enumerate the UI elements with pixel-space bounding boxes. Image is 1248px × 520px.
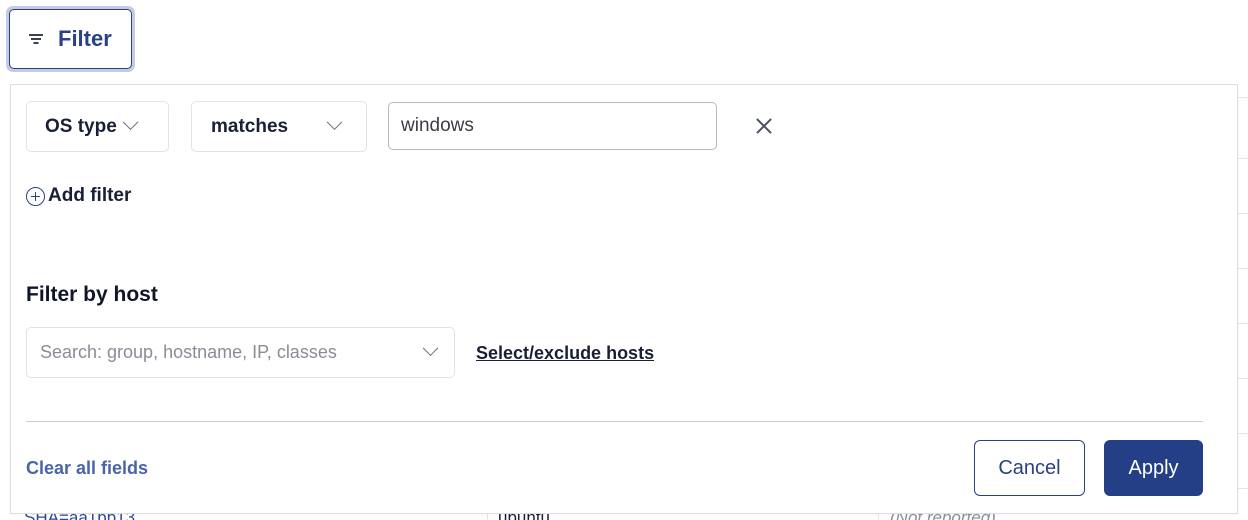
filter-value-input[interactable] — [388, 102, 717, 150]
table-row-divider — [1238, 213, 1248, 214]
add-filter-button[interactable]: Add filter — [26, 185, 131, 207]
filter-popover: OS type matches Add filter Filter by hos… — [10, 84, 1238, 514]
filter-button-body[interactable]: Filter — [9, 9, 132, 69]
table-row-divider — [1238, 268, 1248, 269]
filter-by-host-heading: Filter by host — [26, 283, 158, 306]
host-search-input[interactable] — [40, 342, 425, 363]
chevron-down-icon — [326, 114, 343, 131]
chevron-down-icon — [122, 114, 139, 131]
filter-operator-select[interactable]: matches — [191, 101, 367, 152]
remove-filter-close-icon[interactable] — [751, 113, 777, 139]
add-filter-label: Add filter — [48, 185, 132, 206]
filter-field-select[interactable]: OS type — [26, 101, 169, 152]
filter-toggle-button[interactable]: Filter — [6, 6, 135, 72]
select-exclude-hosts-link[interactable]: Select/exclude hosts — [476, 343, 654, 364]
filter-button-label: Filter — [58, 26, 112, 51]
cancel-button[interactable]: Cancel — [974, 440, 1085, 496]
filter-operator-value: matches — [211, 115, 289, 137]
table-row-divider — [1238, 158, 1248, 159]
filter-lines-icon — [28, 33, 44, 45]
table-row-divider — [1238, 323, 1248, 324]
footer-divider — [26, 421, 1203, 422]
filter-field-value: OS type — [45, 115, 117, 137]
plus-circle-icon — [26, 186, 45, 206]
apply-button[interactable]: Apply — [1104, 440, 1203, 496]
clear-all-fields-link[interactable]: Clear all fields — [26, 458, 148, 479]
host-search-select[interactable] — [26, 327, 455, 378]
table-row-divider — [1238, 378, 1248, 379]
table-row-divider — [1238, 488, 1248, 489]
chevron-down-icon[interactable] — [422, 340, 439, 357]
table-row-divider — [1238, 433, 1248, 434]
table-row-divider — [1238, 97, 1248, 98]
